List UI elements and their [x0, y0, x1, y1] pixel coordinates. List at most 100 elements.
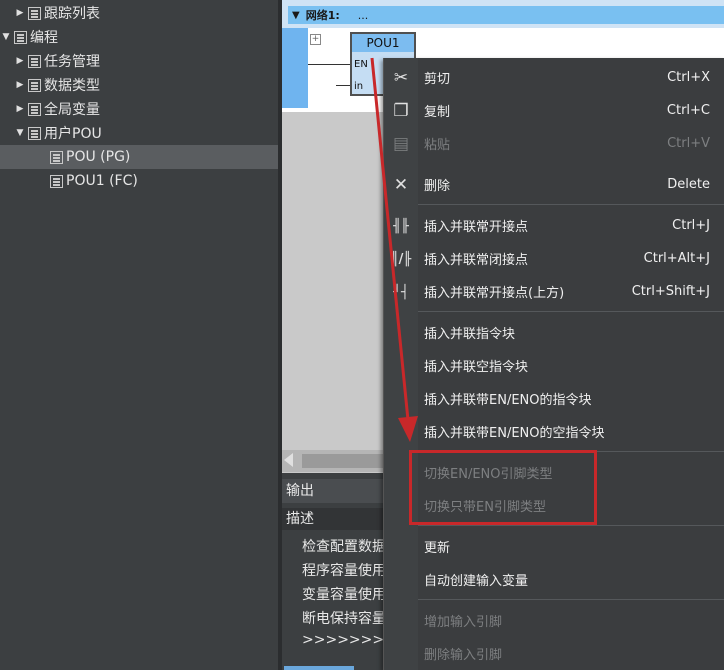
collapse-network-icon[interactable]: ▼	[292, 10, 300, 21]
menu-item-label: 插入并联带EN/ENO的指令块	[424, 393, 592, 408]
parallel-no-contact-above-icon: ┘┤	[393, 284, 409, 300]
expand-arrow-icon[interactable]: ▶	[14, 56, 26, 66]
trace-list-icon	[28, 6, 41, 20]
pou-block-title: POU1	[352, 34, 414, 52]
menu-separator	[418, 599, 724, 600]
input-wire	[336, 85, 350, 86]
parallel-no-contact-icon: ╢╟	[393, 218, 409, 234]
menu-item-shortcut: Ctrl+X	[667, 70, 710, 85]
menu-item-label: 插入并联常开接点	[424, 220, 529, 235]
rung-wire	[308, 64, 350, 65]
paste-icon: ▤	[392, 134, 410, 154]
menu-item-insert-parallel-block[interactable]: 插入并联指令块	[384, 316, 724, 349]
network-comment[interactable]: ...	[358, 9, 369, 22]
menu-item-label: 删除输入引脚	[424, 648, 503, 663]
highlight-box	[409, 450, 597, 525]
menu-item-add-input-pin[interactable]: 增加输入引脚	[384, 604, 724, 637]
folder-icon	[28, 126, 41, 140]
output-line: 检查配置数据	[302, 539, 386, 555]
network-label: 网络1:	[305, 9, 340, 22]
menu-item-label: 删除	[424, 179, 451, 194]
expand-arrow-icon[interactable]: ▶	[14, 8, 26, 18]
context-menu: ✂ 剪切 Ctrl+X ❐ 复制 Ctrl+C ▤ 粘贴 Ctrl+V ✕ 删除…	[383, 58, 724, 670]
tree-item-label: 全局变量	[44, 102, 100, 118]
menu-separator	[418, 311, 724, 312]
power-rail	[282, 28, 308, 108]
output-line: 变量容量使用	[302, 587, 386, 603]
scissors-icon: ✂	[393, 68, 409, 88]
menu-item-insert-parallel-empty-block[interactable]: 插入并联空指令块	[384, 349, 724, 382]
tree-item-label: 用户POU	[44, 126, 102, 142]
menu-item-label: 复制	[424, 105, 451, 120]
menu-item-label: 插入并联常闭接点	[424, 253, 529, 268]
tree-item-task-management[interactable]: ▶ 任务管理	[0, 49, 278, 73]
program-icon	[50, 150, 63, 164]
menu-item-label: 插入并联常开接点(上方)	[424, 286, 565, 301]
function-icon	[50, 174, 63, 188]
menu-item-shortcut: Ctrl+C	[666, 103, 710, 118]
network-header: ▼ 网络1: ...	[282, 0, 724, 29]
menu-item-label: 增加输入引脚	[424, 615, 503, 630]
menu-item-remove-input-pin[interactable]: 删除输入引脚	[384, 637, 724, 670]
expand-arrow-icon[interactable]: ▶	[14, 104, 26, 114]
tree-item-global-vars[interactable]: ▶ 全局变量	[0, 97, 278, 121]
output-line: >>>>>>>>	[302, 632, 396, 648]
pin-en-label: EN	[354, 59, 368, 70]
menu-item-insert-parallel-en-eno-empty-block[interactable]: 插入并联带EN/ENO的空指令块	[384, 415, 724, 448]
collapse-arrow-icon[interactable]: ▼	[14, 128, 26, 138]
expand-arrow-icon[interactable]: ▶	[14, 80, 26, 90]
project-tree: ▶ 跟踪列表 ▼ 编程 ▶ 任务管理 ▶ 数据类型 ▶ 全局变量 ▼ 用户POU…	[0, 0, 278, 670]
menu-item-label: 更新	[424, 541, 451, 556]
network-bar[interactable]: ▼ 网络1: ...	[288, 6, 724, 24]
tree-item-pou-pg[interactable]: POU (PG)	[0, 145, 278, 169]
menu-item-insert-parallel-en-eno-block[interactable]: 插入并联带EN/ENO的指令块	[384, 382, 724, 415]
menu-item-delete[interactable]: ✕ 删除 Delete	[384, 168, 724, 201]
menu-item-shortcut: Ctrl+J	[672, 218, 710, 233]
programming-icon	[14, 30, 27, 44]
menu-item-shortcut: Ctrl+Alt+J	[643, 251, 710, 266]
tree-item-label: 数据类型	[44, 78, 100, 94]
tree-item-pou1-fc[interactable]: POU1 (FC)	[0, 169, 278, 193]
tree-item-label: 任务管理	[44, 54, 100, 70]
task-icon	[28, 54, 41, 68]
data-type-icon	[28, 78, 41, 92]
tree-item-label: POU (PG)	[66, 149, 131, 165]
menu-item-shortcut: Ctrl+Shift+J	[631, 284, 710, 299]
menu-item-paste[interactable]: ▤ 粘贴 Ctrl+V	[384, 127, 724, 160]
menu-item-label: 插入并联带EN/ENO的空指令块	[424, 426, 605, 441]
menu-separator	[418, 525, 724, 526]
tree-item-label: 跟踪列表	[44, 6, 100, 22]
tree-item-programming[interactable]: ▼ 编程	[0, 25, 278, 49]
collapse-arrow-icon[interactable]: ▼	[0, 32, 12, 42]
menu-item-insert-parallel-no-contact-above[interactable]: ┘┤ 插入并联常开接点(上方) Ctrl+Shift+J	[384, 275, 724, 308]
menu-item-label: 自动创建输入变量	[424, 574, 529, 589]
output-line: 程序容量使用	[302, 563, 386, 579]
menu-item-auto-create-input-var[interactable]: 自动创建输入变量	[384, 563, 724, 596]
menu-item-label: 插入并联空指令块	[424, 360, 529, 375]
parallel-nc-contact-icon: ╢/╟	[390, 251, 412, 267]
menu-item-insert-parallel-nc-contact[interactable]: ╢/╟ 插入并联常闭接点 Ctrl+Alt+J	[384, 242, 724, 275]
tree-item-data-types[interactable]: ▶ 数据类型	[0, 73, 278, 97]
menu-item-label: 粘贴	[424, 138, 451, 153]
copy-icon: ❐	[393, 101, 409, 121]
menu-item-copy[interactable]: ❐ 复制 Ctrl+C	[384, 94, 724, 127]
pin-in-label: in	[354, 81, 364, 92]
global-vars-icon	[28, 102, 41, 116]
expand-rung-icon[interactable]: +	[310, 34, 321, 45]
menu-separator	[418, 204, 724, 205]
menu-item-insert-parallel-no-contact[interactable]: ╢╟ 插入并联常开接点 Ctrl+J	[384, 209, 724, 242]
tree-item-label: POU1 (FC)	[66, 173, 138, 189]
menu-item-shortcut: Ctrl+V	[667, 136, 710, 151]
menu-item-shortcut: Delete	[667, 177, 710, 192]
menu-item-label: 剪切	[424, 72, 451, 87]
tree-item-trace-list[interactable]: ▶ 跟踪列表	[0, 1, 278, 25]
menu-item-label: 插入并联指令块	[424, 327, 516, 342]
tree-item-label: 编程	[30, 30, 58, 46]
tree-item-user-pou[interactable]: ▼ 用户POU	[0, 121, 278, 145]
menu-item-cut[interactable]: ✂ 剪切 Ctrl+X	[384, 61, 724, 94]
output-line: 断电保持容量	[302, 611, 386, 627]
output-scroll-indicator[interactable]	[284, 666, 354, 670]
menu-item-update[interactable]: 更新	[384, 530, 724, 563]
delete-x-icon: ✕	[393, 175, 409, 195]
scroll-left-icon[interactable]	[284, 453, 293, 467]
